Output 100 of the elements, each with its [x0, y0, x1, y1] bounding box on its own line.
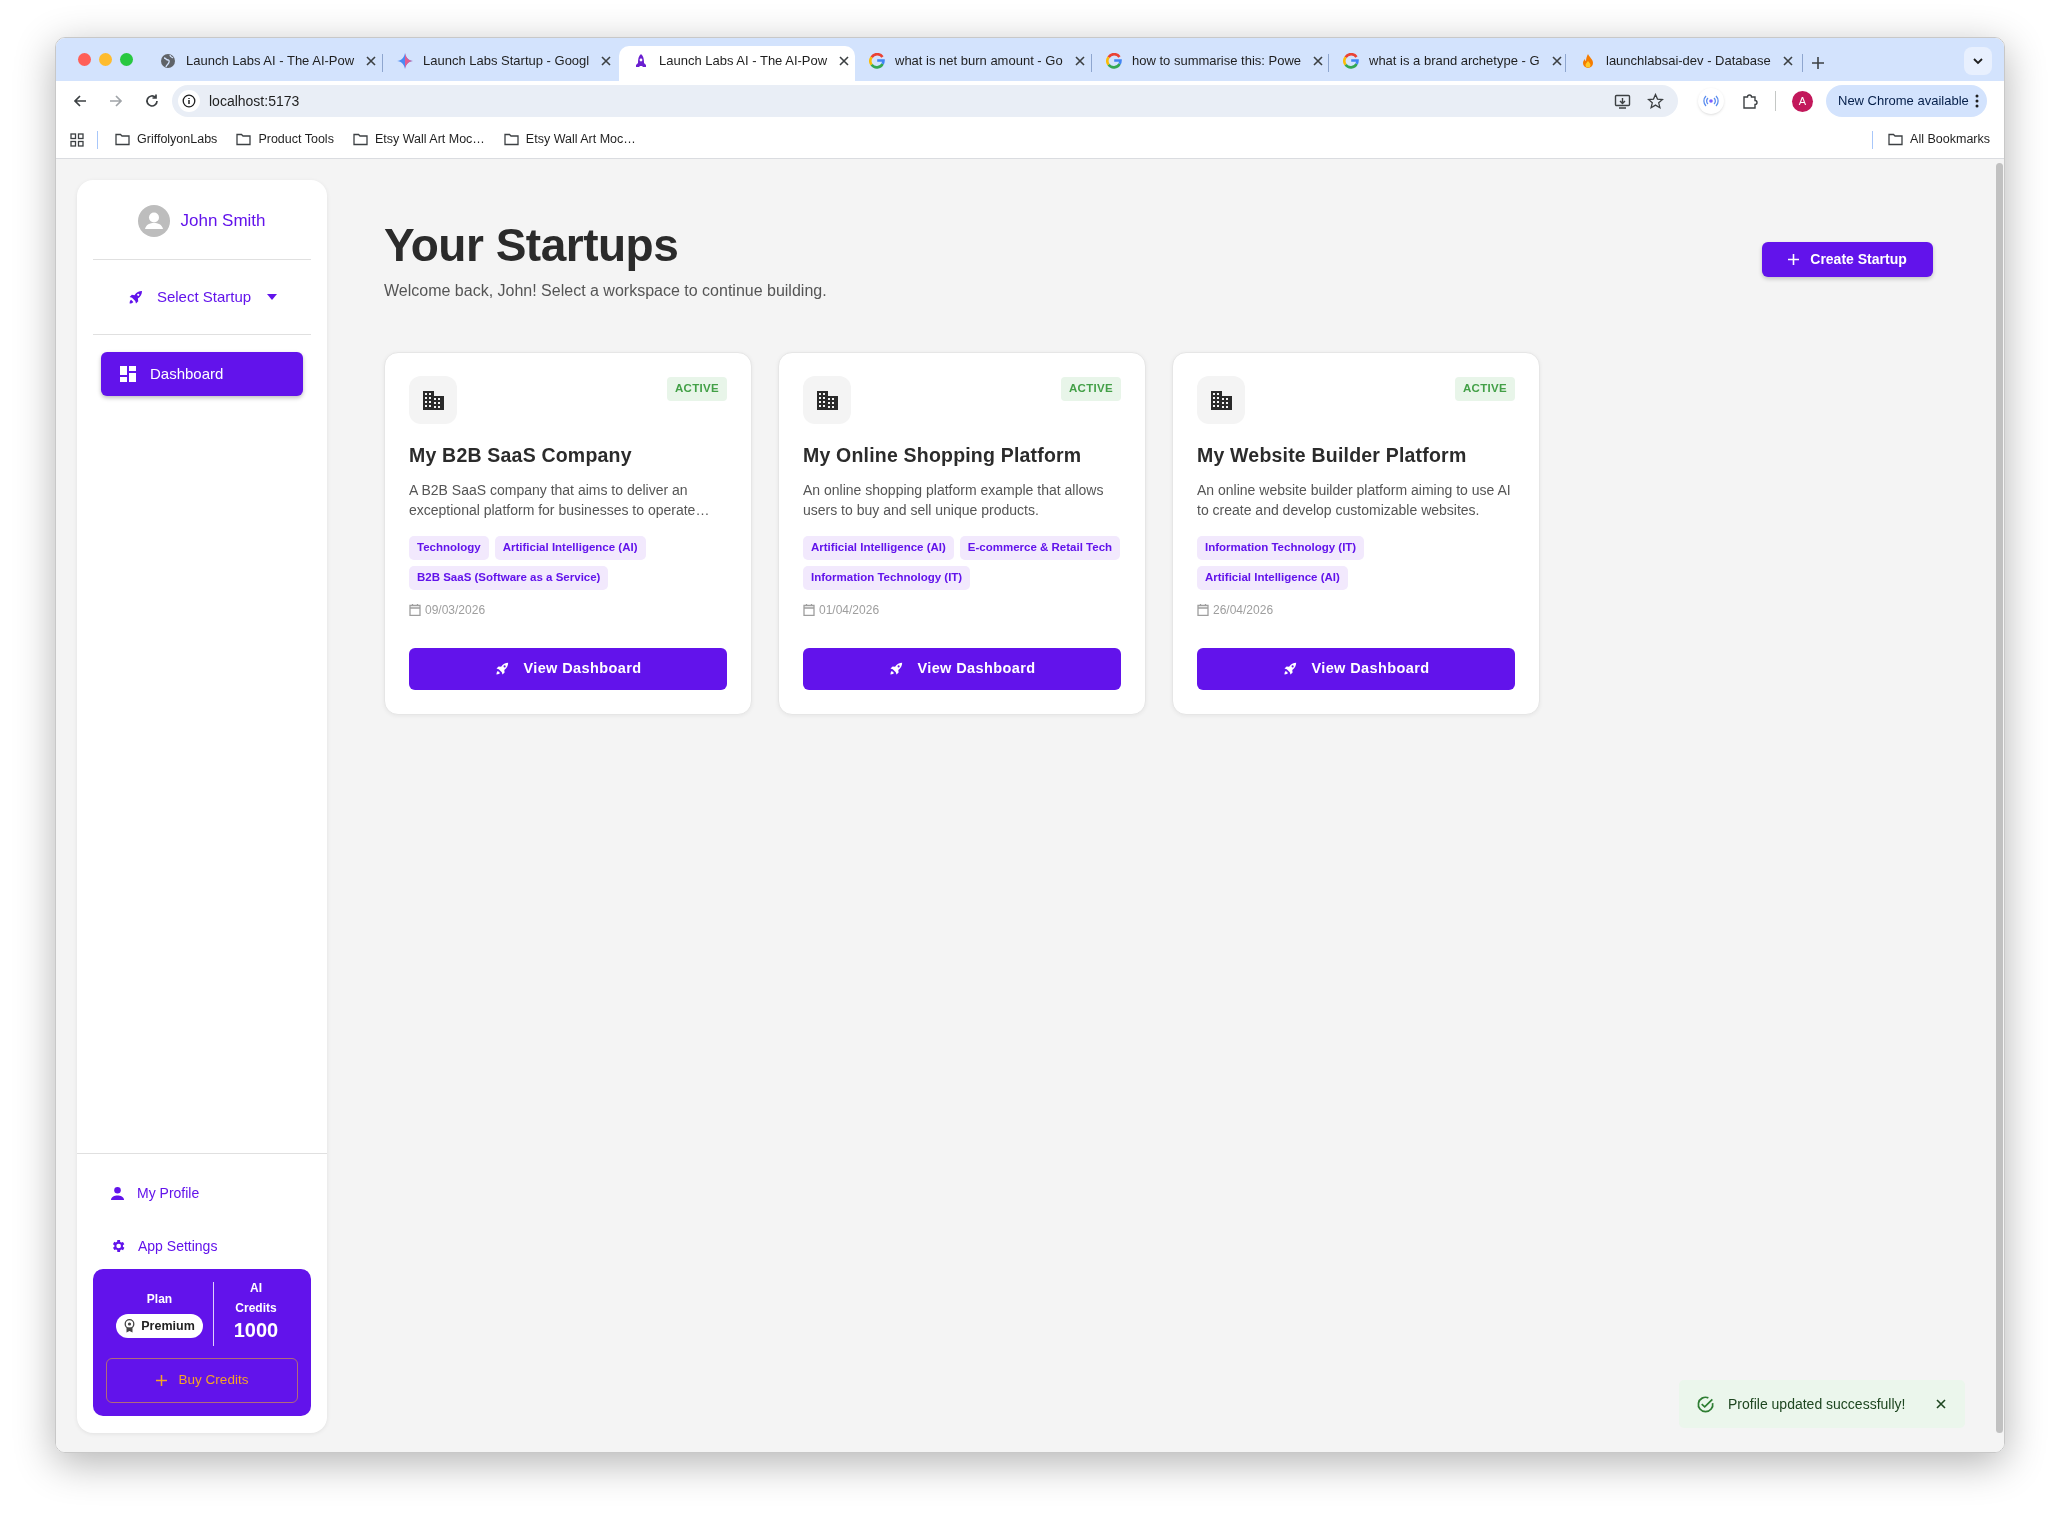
- colored-ring-icon: [1106, 52, 1122, 69]
- new-tab-icon[interactable]: [1811, 56, 1825, 70]
- info-icon[interactable]: [182, 94, 196, 108]
- tag: Information Technology (IT): [1197, 536, 1365, 560]
- flame-icon: [1580, 52, 1596, 69]
- nav-item[interactable]: Dashboard: [101, 352, 303, 396]
- browser-tab[interactable]: Launch Labs AI - The AI-Pow: [619, 46, 855, 81]
- update-button[interactable]: New Chrome available: [1826, 85, 1987, 117]
- building-icon: [1210, 390, 1232, 410]
- bookmark[interactable]: GriffolyonLabs: [115, 130, 218, 149]
- tab-title: Launch Labs AI - The AI-Pow: [186, 51, 355, 70]
- close-tab-icon[interactable]: [837, 53, 852, 68]
- broadcast-icon[interactable]: [1703, 93, 1719, 109]
- created-date: 26/04/2026: [1213, 601, 1274, 619]
- plan-label: Plan: [146, 1291, 173, 1308]
- folder-icon: [503, 133, 519, 146]
- credits-value: 1000: [233, 1318, 279, 1342]
- card-title: My B2B SaaS Company: [409, 443, 633, 468]
- colored-ring-icon: [869, 52, 885, 69]
- sparkle-icon: [397, 52, 413, 69]
- tab-search-button[interactable]: [1964, 47, 1992, 75]
- sidebar-link[interactable]: App Settings: [110, 1226, 327, 1266]
- tag: Technology: [409, 536, 489, 560]
- page-subtitle: Welcome back, John! Select a workspace to continue building.: [384, 281, 827, 301]
- tab-title: what is a brand archetype - G: [1369, 51, 1540, 70]
- page-title: Your Startups: [384, 218, 680, 273]
- card-description: An online shopping platform example that allows users to buy and sell unique products.: [803, 481, 1105, 520]
- caret-icon: [267, 294, 278, 300]
- close-tab-icon[interactable]: [1072, 53, 1087, 68]
- card-title: My Online Shopping Platform: [803, 443, 1083, 468]
- tab-title: Launch Labs Startup - Googl: [423, 51, 590, 70]
- bookmark[interactable]: Etsy Wall Art Moc…: [352, 130, 485, 149]
- create-startup-button[interactable]: Create Startup: [1762, 242, 1933, 277]
- buy-credits-button[interactable]: Buy Credits: [106, 1358, 298, 1403]
- close-tab-icon[interactable]: [599, 53, 614, 68]
- browser-tab[interactable]: what is a brand archetype - G: [1329, 46, 1565, 81]
- folder-icon: [352, 133, 368, 146]
- scrollbar[interactable]: [1995, 163, 2003, 1433]
- bookmark[interactable]: Etsy Wall Art Moc…: [503, 130, 636, 149]
- view-dashboard-button[interactable]: View Dashboard: [409, 647, 727, 690]
- tag: Artificial Intelligence (AI): [1197, 566, 1348, 590]
- plus-icon: [155, 1375, 167, 1386]
- browser-tab[interactable]: how to summarise this: Powe: [1092, 46, 1328, 81]
- close-tab-icon[interactable]: [1549, 53, 1564, 68]
- settings-icon: [110, 1238, 126, 1254]
- award-icon: [124, 1319, 136, 1333]
- status-badge: ACTIVE: [1455, 377, 1515, 401]
- apps-grid-icon[interactable]: [70, 132, 84, 147]
- tab-title: launchlabsai-dev - Database: [1606, 51, 1771, 70]
- user-name[interactable]: John Smith: [180, 207, 266, 234]
- tag: Artificial Intelligence (AI): [803, 536, 954, 560]
- created-date: 09/03/2026: [425, 601, 486, 619]
- view-dashboard-button[interactable]: View Dashboard: [1197, 647, 1515, 690]
- close-tab-icon[interactable]: [1311, 53, 1326, 68]
- plan-badge: Premium: [116, 1314, 203, 1338]
- folder-icon: [236, 133, 252, 146]
- address-bar[interactable]: localhost:5173: [172, 85, 1678, 117]
- person-icon: [110, 1185, 125, 1201]
- check-circle-icon: [1696, 1394, 1715, 1414]
- status-badge: ACTIVE: [1061, 377, 1121, 401]
- view-dashboard-button[interactable]: View Dashboard: [803, 647, 1121, 690]
- close-tab-icon[interactable]: [364, 53, 379, 68]
- tag: B2B SaaS (Software as a Service): [409, 566, 609, 590]
- reload-icon[interactable]: [144, 93, 160, 109]
- close-tab-icon[interactable]: [1780, 53, 1795, 68]
- back-icon[interactable]: [72, 93, 88, 109]
- star-icon[interactable]: [1647, 92, 1664, 110]
- avatar-icon: [138, 204, 171, 237]
- bookmark[interactable]: Product Tools: [236, 130, 334, 149]
- folder-icon: [115, 133, 130, 146]
- colored-ring-icon: [1343, 52, 1359, 69]
- browser-tab[interactable]: launchlabsai-dev - Database: [1566, 46, 1802, 81]
- install-icon[interactable]: [1614, 92, 1631, 110]
- startup-select[interactable]: Select Startup: [126, 285, 278, 309]
- sidebar-link[interactable]: My Profile: [110, 1173, 327, 1213]
- credits-label: AI Credits: [234, 1280, 278, 1317]
- rocket-icon: [633, 52, 649, 69]
- more-icon: [1974, 94, 1979, 108]
- url-text: localhost:5173: [209, 91, 301, 111]
- plus-icon: [1788, 254, 1800, 265]
- tag: Information Technology (IT): [803, 566, 971, 590]
- profile-avatar[interactable]: A: [1792, 90, 1813, 112]
- building-icon: [816, 390, 838, 410]
- puzzle-icon[interactable]: [1741, 92, 1759, 110]
- tag: Artificial Intelligence (AI): [494, 536, 646, 560]
- building-icon: [422, 390, 444, 410]
- calendar-icon: [409, 603, 421, 617]
- toast-message: Profile updated successfully!: [1728, 1394, 1907, 1414]
- close-icon[interactable]: [1934, 1397, 1948, 1411]
- browser-tab[interactable]: Launch Labs AI - The AI-Pow: [146, 46, 382, 81]
- all-bookmarks[interactable]: All Bookmarks: [1888, 130, 1990, 149]
- dashboard-icon: [120, 366, 136, 382]
- chevron-down-icon: [1972, 55, 1984, 67]
- tag: E-commerce & Retail Tech: [959, 536, 1121, 560]
- browser-tab[interactable]: what is net burn amount - Go: [855, 46, 1091, 81]
- created-date: 01/04/2026: [819, 601, 880, 619]
- tab-title: what is net burn amount - Go: [895, 51, 1063, 70]
- status-badge: ACTIVE: [667, 377, 727, 401]
- browser-tab[interactable]: Launch Labs Startup - Googl: [383, 46, 619, 81]
- calendar-icon: [803, 603, 815, 617]
